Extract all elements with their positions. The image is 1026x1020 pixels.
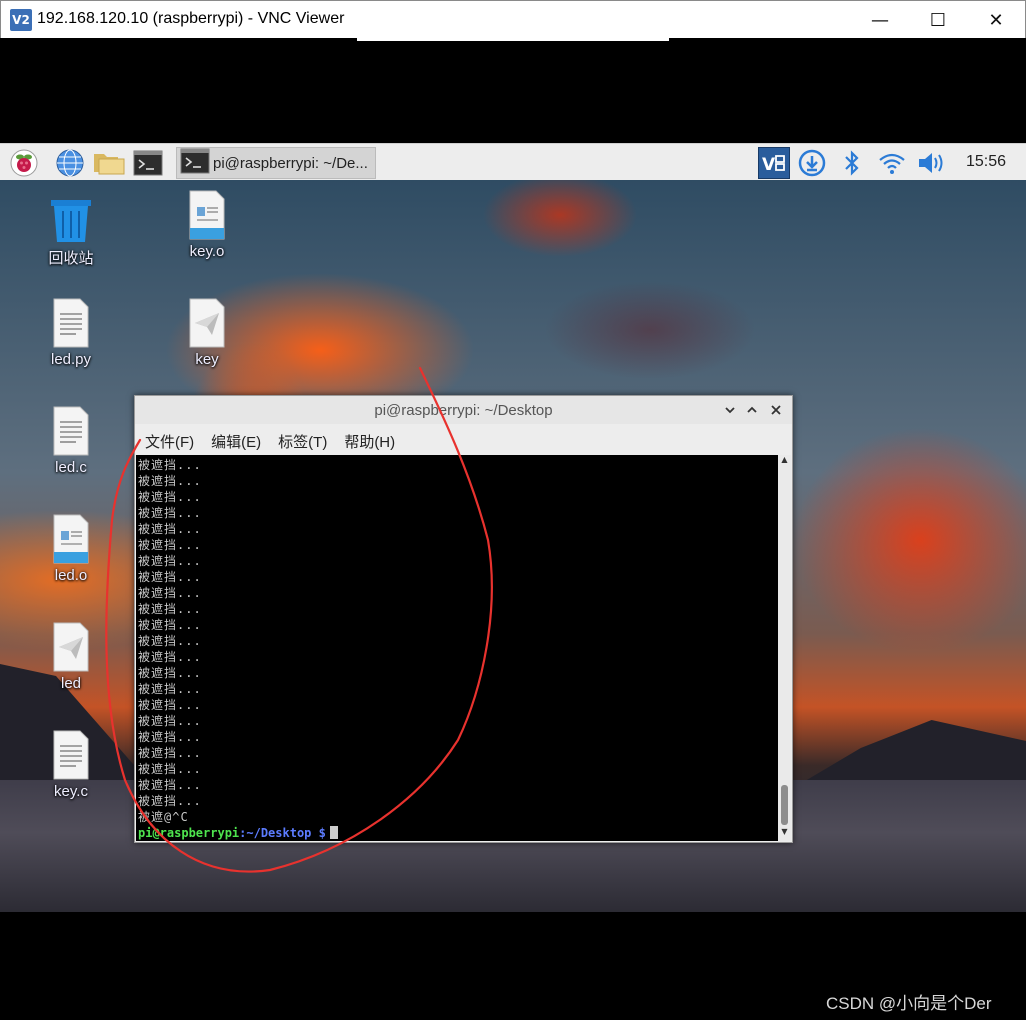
prompt-user: pi@raspberrypi xyxy=(138,826,240,840)
desktop-icon-label: key.o xyxy=(189,243,225,260)
desktop-icon-label: key.c xyxy=(54,783,88,800)
taskbar-task-label: pi@raspberrypi: ~/De... xyxy=(213,154,368,172)
desktop-icon-label: key xyxy=(195,351,219,368)
terminal-line: 被遮挡... xyxy=(138,522,202,536)
desktop-icon-led-py[interactable]: led.py xyxy=(26,296,116,368)
desktop-icon-led-c[interactable]: led.c xyxy=(26,404,116,476)
terminal-line: 被遮挡... xyxy=(138,602,202,616)
menu-tabs[interactable]: 标签(T) xyxy=(268,426,327,454)
volume-icon[interactable] xyxy=(916,147,948,178)
terminal-line: 被遮挡... xyxy=(138,458,202,472)
terminal-line: 被遮挡... xyxy=(138,474,202,488)
scroll-up-icon[interactable]: ▲ xyxy=(779,455,790,467)
terminal-line: 被遮挡... xyxy=(138,762,202,776)
executable-icon xyxy=(48,620,94,672)
terminal-line: 被遮挡... xyxy=(138,506,202,520)
desktop-icon-led-o[interactable]: led.o xyxy=(26,512,116,584)
menu-file[interactable]: 文件(F) xyxy=(135,426,194,454)
taskbar-clock[interactable]: 15:56 xyxy=(966,153,1006,171)
desktop-icon-label: led xyxy=(60,675,82,692)
desktop-icon-label: led.py xyxy=(50,351,92,368)
terminal-scrollbar[interactable]: ▲ ▼ xyxy=(778,455,791,841)
terminal-line: 被遮挡... xyxy=(138,570,202,584)
terminal-interrupt-line: 被遮@^C xyxy=(138,810,189,824)
svg-text:V: V xyxy=(762,155,776,175)
terminal-line: 被遮挡... xyxy=(138,778,202,792)
terminal-line: 被遮挡... xyxy=(138,746,202,760)
wifi-icon[interactable] xyxy=(876,147,908,178)
vnc-toolbar-handle[interactable] xyxy=(357,38,669,41)
prompt-path: :~/Desktop xyxy=(239,826,312,840)
terminal-line: 被遮挡... xyxy=(138,666,202,680)
vnc-viewer-logo-icon: V2 xyxy=(10,9,32,31)
desktop-icon-label: 回收站 xyxy=(48,250,94,267)
menu-edit[interactable]: 编辑(E) xyxy=(201,426,261,454)
vnc-title-bar: V2 192.168.120.10 (raspberrypi) - VNC Vi… xyxy=(0,0,1026,38)
desktop-icon-label: led.c xyxy=(55,459,87,476)
browser-globe-icon[interactable] xyxy=(54,147,86,178)
terminal-menu-bar: 文件(F) 编辑(E) 标签(T) 帮助(H) xyxy=(135,426,792,454)
terminal-icon xyxy=(180,148,210,178)
terminal-line: 被遮挡... xyxy=(138,618,202,632)
desktop-icon-key[interactable]: key xyxy=(162,296,252,368)
terminal-icon[interactable] xyxy=(132,147,164,178)
terminal-line: 被遮挡... xyxy=(138,586,202,600)
terminal-line: 被遮挡... xyxy=(138,490,202,504)
terminal-line: 被遮挡... xyxy=(138,650,202,664)
terminal-window[interactable]: pi@raspberrypi: ~/Desktop 文件(F) 编辑(E) 标签… xyxy=(134,395,793,843)
text-file-icon xyxy=(48,404,94,456)
vnc-server-icon[interactable]: V xyxy=(757,146,790,179)
taskbar-terminal-task[interactable]: pi@raspberrypi: ~/De... xyxy=(176,147,376,179)
menu-help[interactable]: 帮助(H) xyxy=(334,426,395,454)
terminal-title: pi@raspberrypi: ~/Desktop xyxy=(374,402,553,419)
desktop-icon-label: led.o xyxy=(54,567,88,584)
desktop-icon-key-o[interactable]: key.o xyxy=(162,188,252,260)
bluetooth-icon[interactable] xyxy=(839,147,865,178)
terminal-screen[interactable]: 被遮挡... 被遮挡... 被遮挡... 被遮挡... 被遮挡... 被遮挡... 被遮挡.… xyxy=(136,455,778,841)
updater-icon[interactable] xyxy=(797,147,827,178)
object-file-icon xyxy=(184,188,230,240)
maximize-button[interactable]: ☐ xyxy=(909,1,967,39)
raspberry-menu-icon[interactable] xyxy=(8,147,40,178)
terminal-prompt: pi@raspberrypi:~/Desktop $ xyxy=(138,825,338,841)
terminal-line: 被遮挡... xyxy=(138,554,202,568)
window-title: 192.168.120.10 (raspberrypi) - VNC Viewe… xyxy=(37,10,345,27)
terminal-cursor xyxy=(329,826,338,839)
close-button[interactable]: ✕ xyxy=(967,1,1025,39)
desktop-icon-led[interactable]: led xyxy=(26,620,116,692)
terminal-line: 被遮挡... xyxy=(138,714,202,728)
terminal-line: 被遮挡... xyxy=(138,634,202,648)
trash-icon xyxy=(48,192,94,244)
terminal-line: 被遮挡... xyxy=(138,794,202,808)
executable-icon xyxy=(184,296,230,348)
terminal-minimize-icon[interactable] xyxy=(721,401,739,419)
desktop-icon-key-c[interactable]: key.c xyxy=(26,728,116,800)
terminal-title-bar[interactable]: pi@raspberrypi: ~/Desktop xyxy=(135,396,792,424)
file-manager-folder-icon[interactable] xyxy=(92,147,126,178)
minimize-button[interactable]: — xyxy=(851,1,909,39)
text-file-icon xyxy=(48,728,94,780)
prompt-dollar: $ xyxy=(311,826,326,840)
raspberry-pi-taskbar: pi@raspberrypi: ~/De... V 15:56 xyxy=(0,143,1026,180)
terminal-line: 被遮挡... xyxy=(138,682,202,696)
terminal-line: 被遮挡... xyxy=(138,730,202,744)
terminal-maximize-icon[interactable] xyxy=(743,401,761,419)
text-file-icon xyxy=(48,296,94,348)
scrollbar-thumb[interactable] xyxy=(781,785,788,825)
object-file-icon xyxy=(48,512,94,564)
terminal-close-icon[interactable] xyxy=(767,401,785,419)
terminal-output: 被遮挡... 被遮挡... 被遮挡... 被遮挡... 被遮挡... 被遮挡... 被遮挡.… xyxy=(138,457,338,841)
terminal-line: 被遮挡... xyxy=(138,538,202,552)
terminal-line: 被遮挡... xyxy=(138,698,202,712)
desktop-icon-trash[interactable]: 回收站 xyxy=(26,192,116,268)
scroll-down-icon[interactable]: ▼ xyxy=(779,827,790,839)
csdn-watermark: CSDN @小向是个Der xyxy=(826,994,992,1013)
